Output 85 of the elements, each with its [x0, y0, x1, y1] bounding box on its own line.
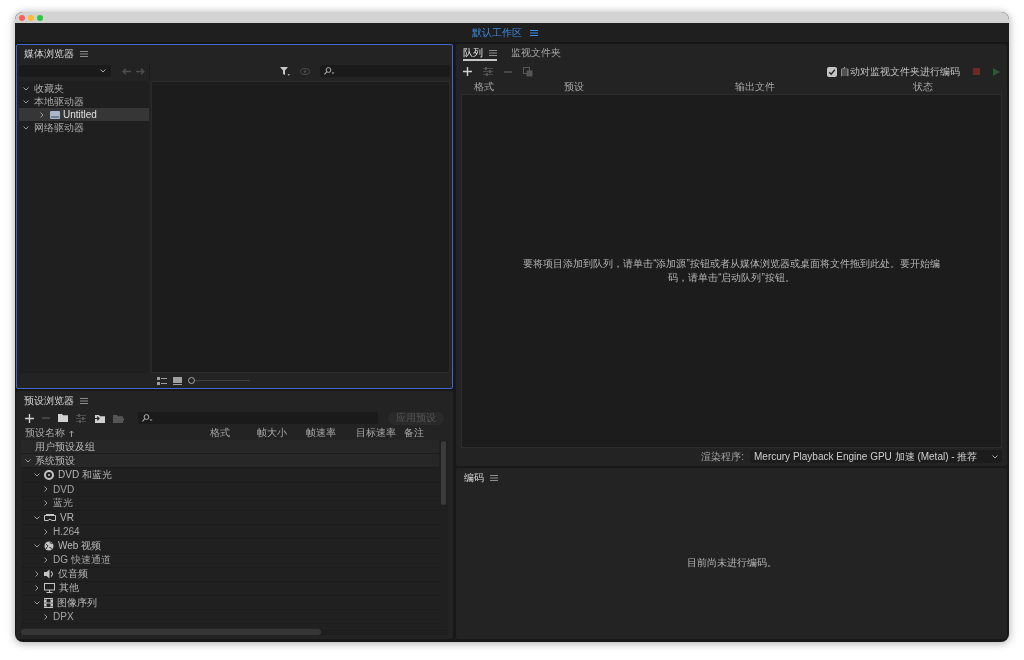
tab[interactable]: 监视文件夹 [511, 47, 561, 61]
tree-item[interactable]: 收藏夹 [19, 82, 149, 95]
chevron-down-icon[interactable] [23, 125, 29, 130]
tree-item[interactable]: 图像序列 [21, 596, 439, 611]
sort-arrow-icon[interactable] [69, 429, 74, 437]
chevron-right-icon[interactable] [44, 528, 48, 535]
checkbox-label: 自动对监视文件夹进行编码 [840, 64, 960, 79]
tree-item[interactable]: 网络驱动器 [19, 121, 149, 134]
tree-item[interactable]: Web 视频 [21, 539, 439, 554]
chevron-right-icon[interactable] [44, 500, 48, 507]
checkbox[interactable] [827, 66, 837, 77]
slider-thumb[interactable] [188, 377, 195, 384]
panel-menu-icon[interactable] [80, 51, 88, 57]
search-field[interactable] [138, 412, 378, 424]
chevron-right-icon[interactable] [35, 585, 39, 592]
empty-queue-message: 要将项目添加到队列，请单击“添加源”按钮或者从媒体浏览器或桌面将文件拖到此处。要开始编码，请单击“启动队列”按钮。 [522, 257, 941, 285]
encoding-status-message: 目前尚未进行编码。 [686, 555, 777, 570]
tree-item[interactable]: 蓝光 [21, 496, 439, 511]
column-header[interactable]: 备注 [404, 426, 424, 440]
column-header[interactable]: 格式 [474, 80, 494, 94]
speaker-icon [44, 569, 54, 580]
search-icon [142, 414, 153, 422]
vr-headset-icon [44, 513, 56, 522]
tree-item[interactable]: Untitled [19, 108, 149, 121]
chevron-down-icon[interactable] [23, 99, 29, 104]
renderer-dropdown[interactable]: Mercury Playback Engine GPU 加速 (Metal) - 推荐 [750, 450, 1002, 463]
menu-icon[interactable] [530, 29, 538, 36]
panel-title: 编码 [464, 471, 484, 485]
scrollbar-thumb[interactable] [441, 441, 446, 505]
chevron-right-icon[interactable] [44, 486, 48, 493]
search-icon [324, 67, 335, 75]
column-header[interactable]: 格式 [210, 426, 230, 440]
folder-arrow-icon[interactable] [94, 413, 105, 423]
tree-item[interactable]: 其他 [21, 581, 439, 597]
filmstrip-icon [44, 597, 53, 608]
chevron-right-icon[interactable] [44, 613, 48, 620]
globe-icon [44, 540, 54, 551]
scrollbar-thumb[interactable] [21, 629, 321, 635]
tab[interactable]: 队列 [463, 47, 497, 61]
column-header[interactable]: 帧速率 [306, 426, 336, 440]
tree-item[interactable]: 系统预设 [21, 454, 439, 469]
tree-item[interactable]: H.264 [21, 525, 439, 540]
search-field[interactable] [320, 65, 450, 77]
column-header[interactable]: 目标速率 [356, 426, 396, 440]
chevron-right-icon[interactable] [44, 557, 48, 564]
thumbnail-view-icon[interactable] [173, 376, 182, 385]
tree-item[interactable]: 用户预设及组 [21, 440, 439, 455]
column-header[interactable]: 输出文件 [735, 80, 775, 94]
chevron-down-icon[interactable] [23, 86, 29, 91]
plus-icon[interactable] [25, 413, 34, 423]
monitor-icon [44, 583, 55, 594]
tree-item[interactable]: VR [21, 510, 439, 526]
panel-menu-icon[interactable] [490, 475, 498, 481]
filter-icon[interactable] [280, 66, 290, 76]
chevron-down-icon[interactable] [34, 472, 40, 477]
chevron-down-icon[interactable] [34, 515, 40, 520]
column-header[interactable]: 预设 [564, 80, 584, 94]
disc-icon [44, 469, 54, 480]
panel-menu-icon[interactable] [80, 398, 88, 404]
chevron-down-icon[interactable] [34, 600, 40, 605]
tree-item[interactable]: DPX [21, 610, 439, 625]
caret-icon[interactable] [992, 454, 998, 459]
chevron-down-icon[interactable] [34, 543, 40, 548]
tree-item[interactable]: 本地驱动器 [19, 95, 149, 108]
workspace-tab[interactable]: 默认工作区 [468, 23, 542, 42]
chevron-right-icon[interactable] [35, 571, 39, 578]
chevron-down-icon[interactable] [25, 458, 31, 463]
column-header[interactable]: 帧大小 [257, 426, 287, 440]
tree-item[interactable]: DG 快速通道 [21, 553, 439, 568]
list-view-icon[interactable] [157, 376, 167, 385]
tree-item[interactable]: DVD 和蓝光 [21, 468, 439, 483]
tree-item[interactable]: DVD [21, 482, 439, 497]
chevron-right-icon[interactable] [40, 111, 44, 118]
panel-title: 预设浏览器 [24, 394, 74, 408]
renderer-label: 渲染程序: [701, 449, 744, 464]
panel-title: 媒体浏览器 [24, 47, 74, 61]
plus-icon[interactable] [463, 67, 472, 76]
drive-icon [50, 110, 60, 119]
column-header[interactable]: 状态 [913, 80, 933, 94]
caret-icon[interactable] [100, 69, 106, 73]
column-header[interactable]: 预设名称 [25, 426, 74, 440]
panel-menu-icon[interactable] [489, 50, 497, 56]
zoom-slider[interactable] [188, 377, 250, 384]
folder-icon[interactable] [58, 414, 68, 422]
tree-item[interactable]: 仅音频 [21, 567, 439, 582]
